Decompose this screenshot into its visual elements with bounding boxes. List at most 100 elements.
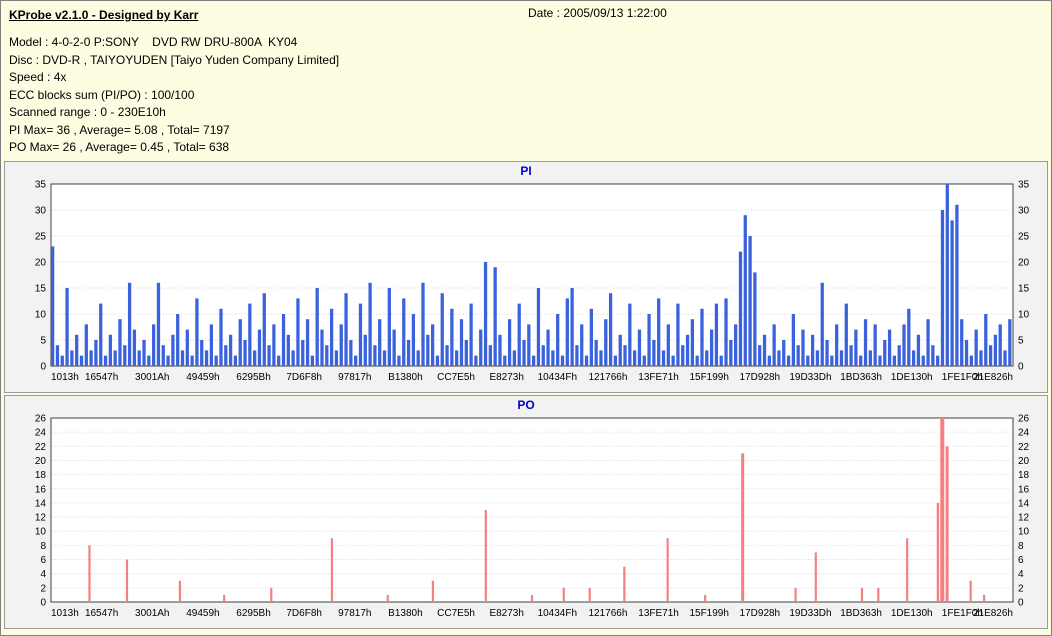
svg-text:10: 10 — [1018, 527, 1030, 538]
svg-text:17D928h: 17D928h — [740, 608, 781, 619]
svg-text:CC7E5h: CC7E5h — [437, 608, 475, 619]
svg-text:121766h: 121766h — [588, 608, 627, 619]
svg-text:1013h: 1013h — [51, 372, 79, 383]
svg-text:15F199h: 15F199h — [689, 608, 728, 619]
svg-text:CC7E5h: CC7E5h — [437, 372, 475, 383]
svg-text:17D928h: 17D928h — [740, 372, 781, 383]
svg-text:30: 30 — [1018, 206, 1030, 217]
svg-text:15F199h: 15F199h — [689, 372, 728, 383]
svg-text:21E826h: 21E826h — [973, 608, 1013, 619]
svg-text:26: 26 — [35, 414, 47, 425]
svg-text:10434Fh: 10434Fh — [538, 372, 577, 383]
svg-text:5: 5 — [40, 336, 46, 347]
svg-text:15: 15 — [1018, 284, 1030, 295]
header-panel: KProbe v2.1.0 - Designed by Karr Date : … — [1, 1, 1051, 159]
svg-text:22: 22 — [35, 442, 47, 453]
po-chart-title: PO — [517, 398, 535, 412]
svg-text:6: 6 — [40, 555, 46, 566]
svg-text:B1380h: B1380h — [388, 608, 422, 619]
svg-text:1DE130h: 1DE130h — [891, 608, 933, 619]
svg-text:30: 30 — [35, 206, 47, 217]
svg-text:8: 8 — [1018, 541, 1024, 552]
svg-text:0: 0 — [1018, 598, 1024, 609]
info-line-disc: Disc : DVD-R , TAIYOYUDEN [Taiyo Yuden C… — [9, 52, 340, 67]
svg-text:24: 24 — [1018, 428, 1030, 439]
svg-text:1013h: 1013h — [51, 608, 79, 619]
pi-chart-title: PI — [520, 164, 532, 178]
date-label: Date : 2005/09/13 1:22:00 — [528, 6, 667, 20]
svg-text:15: 15 — [35, 284, 47, 295]
svg-text:E8273h: E8273h — [489, 372, 523, 383]
info-line-range: Scanned range : 0 - 230E10h — [9, 105, 166, 119]
app-title: KProbe v2.1.0 - Designed by Karr — [9, 8, 199, 22]
info-line-po-stats: PO Max= 26 , Average= 0.45 , Total= 638 — [9, 140, 230, 154]
svg-text:4: 4 — [40, 569, 46, 580]
svg-text:20: 20 — [35, 258, 47, 269]
scan-info: Model : 4-0-2-0 P:SONY DVD RW DRU-800A K… — [9, 34, 1043, 157]
svg-text:35: 35 — [35, 180, 47, 191]
svg-text:18: 18 — [1018, 470, 1030, 481]
svg-text:20: 20 — [1018, 456, 1030, 467]
svg-text:12: 12 — [1018, 513, 1030, 524]
svg-text:14: 14 — [1018, 498, 1030, 509]
svg-text:10: 10 — [35, 527, 47, 538]
svg-text:4: 4 — [1018, 569, 1024, 580]
svg-text:10434Fh: 10434Fh — [538, 608, 577, 619]
po-chart-plot: 0 02 24 46 68 810 1012 1214 1416 1618 1820 2022 2224… — [35, 414, 1030, 620]
svg-text:7D6F8h: 7D6F8h — [286, 372, 322, 383]
svg-text:10: 10 — [1018, 310, 1030, 321]
svg-text:19D33Dh: 19D33Dh — [789, 608, 831, 619]
svg-text:24: 24 — [35, 428, 47, 439]
svg-text:2: 2 — [40, 583, 46, 594]
svg-text:49459h: 49459h — [186, 608, 219, 619]
pi-chart-panel: 0 0 5 5 10 10 15 15 20 20 25 25 30 30 35 35 1013h 16547h 3… — [4, 161, 1048, 393]
svg-text:25: 25 — [35, 232, 47, 243]
svg-text:8: 8 — [40, 541, 46, 552]
svg-text:1BD363h: 1BD363h — [840, 608, 882, 619]
svg-text:B1380h: B1380h — [388, 372, 422, 383]
svg-text:6295Bh: 6295Bh — [236, 608, 270, 619]
svg-text:E8273h: E8273h — [489, 608, 523, 619]
svg-text:16: 16 — [1018, 484, 1030, 495]
svg-text:1DE130h: 1DE130h — [891, 372, 933, 383]
svg-text:13FE71h: 13FE71h — [638, 608, 679, 619]
title-row: KProbe v2.1.0 - Designed by Karr Date : … — [9, 6, 1043, 26]
svg-text:14: 14 — [35, 498, 47, 509]
svg-text:97817h: 97817h — [338, 608, 371, 619]
svg-text:1BD363h: 1BD363h — [840, 372, 882, 383]
svg-text:10: 10 — [35, 310, 47, 321]
svg-text:12: 12 — [35, 513, 47, 524]
svg-text:21E826h: 21E826h — [973, 372, 1013, 383]
svg-text:3001Ah: 3001Ah — [135, 608, 169, 619]
svg-text:20: 20 — [35, 456, 47, 467]
svg-text:49459h: 49459h — [186, 372, 219, 383]
svg-text:25: 25 — [1018, 232, 1030, 243]
po-chart-panel: 0 0 2 2 4 4 6 6 8 8 10 10 12 12 14 14 16 16 18 18 20 20 22 22 24… — [4, 395, 1048, 629]
svg-text:2: 2 — [1018, 583, 1024, 594]
svg-text:22: 22 — [1018, 442, 1030, 453]
svg-text:16547h: 16547h — [85, 608, 118, 619]
info-line-model: Model : 4-0-2-0 P:SONY DVD RW DRU-800A K… — [9, 35, 298, 49]
svg-text:20: 20 — [1018, 258, 1030, 269]
svg-text:7D6F8h: 7D6F8h — [286, 608, 322, 619]
svg-text:5: 5 — [1018, 336, 1024, 347]
svg-text:16: 16 — [35, 484, 47, 495]
svg-text:121766h: 121766h — [588, 372, 627, 383]
svg-text:35: 35 — [1018, 180, 1030, 191]
svg-text:6: 6 — [1018, 555, 1024, 566]
svg-text:0: 0 — [40, 598, 46, 609]
svg-text:19D33Dh: 19D33Dh — [789, 372, 831, 383]
kprobe-window: KProbe v2.1.0 - Designed by Karr Date : … — [1, 1, 1051, 629]
svg-text:26: 26 — [1018, 414, 1030, 425]
svg-text:13FE71h: 13FE71h — [638, 372, 679, 383]
svg-text:0: 0 — [40, 362, 46, 373]
info-line-ecc: ECC blocks sum (PI/PO) : 100/100 — [9, 87, 195, 102]
svg-text:3001Ah: 3001Ah — [135, 372, 169, 383]
svg-text:18: 18 — [35, 470, 47, 481]
svg-text:97817h: 97817h — [338, 372, 371, 383]
info-line-speed: Speed : 4x — [9, 70, 67, 84]
svg-text:6295Bh: 6295Bh — [236, 372, 270, 383]
info-line-pi-stats: PI Max= 36 , Average= 5.08 , Total= 7197 — [9, 122, 230, 137]
svg-text:0: 0 — [1018, 362, 1024, 373]
pi-chart-plot: 0 0 5 5 10 10 15 15 20 20 25 25 30 30 35 35 1013h 16547h 3… — [35, 180, 1030, 384]
